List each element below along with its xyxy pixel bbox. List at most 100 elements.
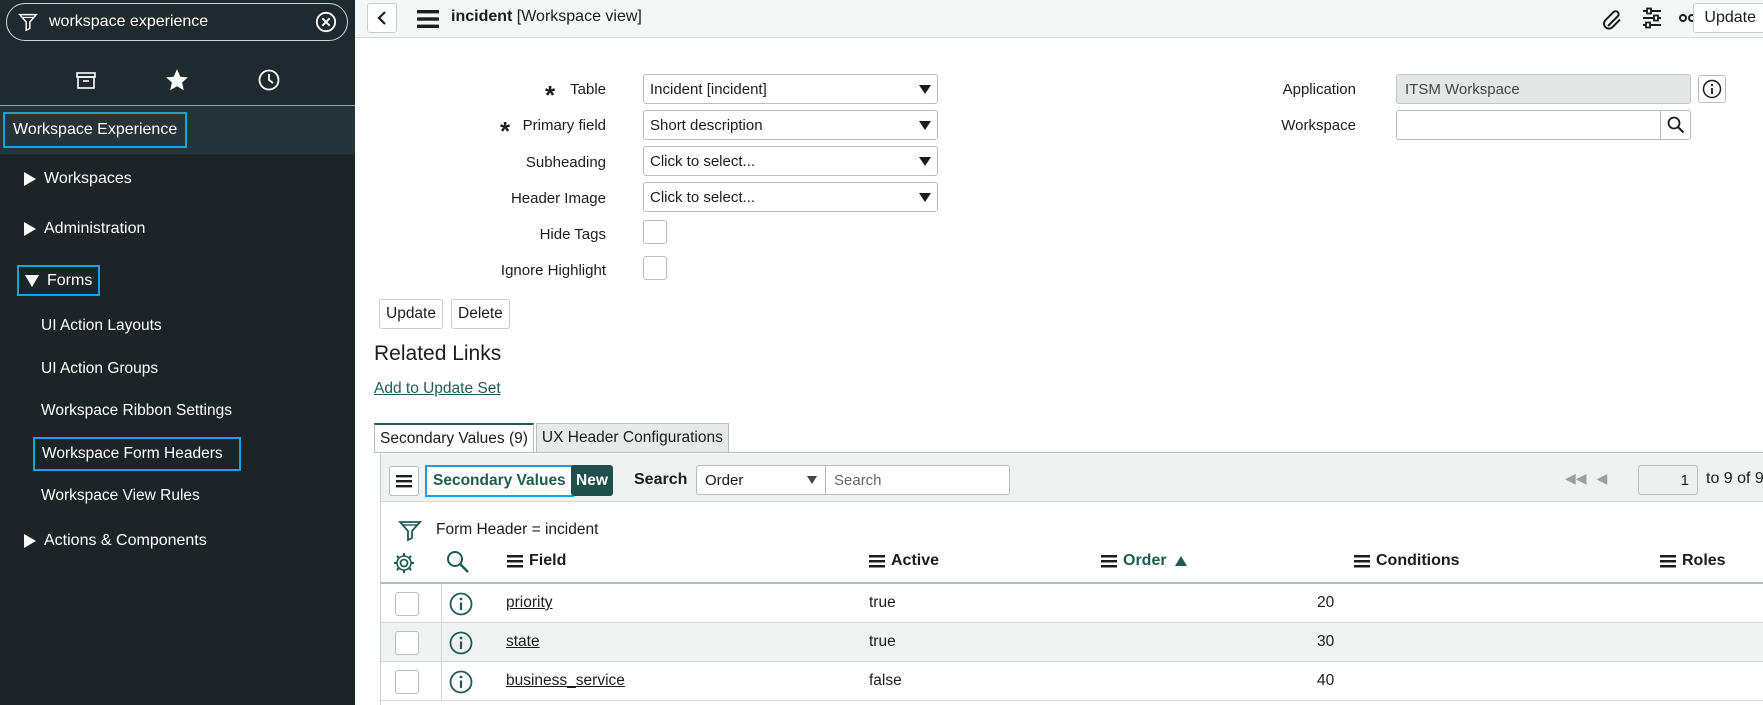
- tab-secondary-values[interactable]: Secondary Values (9): [374, 423, 534, 452]
- navigator-filter[interactable]: workspace experience: [6, 3, 348, 41]
- column-menu-icon: [1101, 554, 1117, 567]
- list-menu-button[interactable]: [389, 466, 419, 496]
- row-separator: [441, 623, 442, 662]
- active-value: true: [869, 633, 896, 650]
- workspace-lookup-button[interactable]: [1661, 110, 1691, 140]
- search-input[interactable]: Search: [825, 465, 1010, 495]
- order-value: 20: [1317, 594, 1335, 611]
- module-label: Workspaces: [44, 170, 132, 187]
- search-icon[interactable]: [446, 550, 470, 574]
- workspace-field[interactable]: [1396, 110, 1661, 140]
- info-icon[interactable]: [449, 670, 473, 694]
- module-label: Actions & Components: [44, 532, 207, 549]
- clear-filter-icon[interactable]: [315, 11, 337, 33]
- sort-ascending-icon: [1174, 556, 1187, 566]
- info-icon[interactable]: [449, 592, 473, 616]
- filter-icon[interactable]: [398, 518, 422, 542]
- column-header-conditions[interactable]: Conditions: [1354, 552, 1460, 570]
- application-info-button[interactable]: [1698, 75, 1726, 103]
- search-field-value: Order: [705, 471, 744, 489]
- field-link[interactable]: business_service: [506, 672, 625, 690]
- hide-tags-checkbox[interactable]: [643, 220, 667, 244]
- navigator-filter-text[interactable]: workspace experience: [49, 13, 315, 31]
- settings-sliders-icon[interactable]: [1639, 5, 1665, 31]
- header-image-value: Click to select...: [650, 188, 756, 206]
- subheading-label: Subheading: [525, 154, 606, 171]
- search-icon: [1667, 116, 1684, 134]
- form-header-bar: incident [Workspace view] Update: [355, 0, 1763, 38]
- chevron-down-icon: [919, 84, 931, 94]
- chevron-down-icon: [919, 156, 931, 166]
- module-item-ui-action-layouts[interactable]: UI Action Layouts: [41, 317, 162, 335]
- module-item-ui-action-groups[interactable]: UI Action Groups: [41, 360, 158, 378]
- hide-tags-label: Hide Tags: [539, 226, 606, 243]
- module-administration[interactable]: Administration: [24, 220, 145, 238]
- list-title[interactable]: Secondary Values: [425, 465, 574, 497]
- filter-icon: [18, 13, 38, 32]
- column-header-order[interactable]: Order: [1101, 552, 1187, 570]
- required-asterisk: *: [545, 80, 556, 110]
- order-value: 30: [1317, 633, 1335, 650]
- paperclip-icon[interactable]: [1599, 5, 1625, 31]
- field-link[interactable]: priority: [506, 594, 553, 612]
- column-header-field[interactable]: Field: [507, 552, 566, 570]
- update-button[interactable]: Update: [379, 299, 443, 329]
- delete-button[interactable]: Delete: [451, 299, 510, 329]
- row-checkbox[interactable]: [395, 592, 419, 616]
- row-checkbox[interactable]: [395, 670, 419, 694]
- module-workspaces[interactable]: Workspaces: [24, 170, 132, 188]
- navigator-tabs: [0, 55, 355, 105]
- new-button[interactable]: New: [571, 465, 613, 496]
- add-to-update-set-link[interactable]: Add to Update Set: [374, 380, 501, 398]
- ignore-highlight-checkbox[interactable]: [643, 256, 667, 280]
- application-title[interactable]: Workspace Experience: [3, 112, 188, 148]
- header-icons: [1599, 5, 1705, 31]
- subheading-value: Click to select...: [650, 152, 756, 170]
- gear-icon[interactable]: [392, 551, 416, 575]
- column-header-active[interactable]: Active: [869, 552, 939, 570]
- context-menu-icon[interactable]: [415, 8, 441, 30]
- table-select-value: Incident [incident]: [650, 80, 767, 98]
- row-separator: [441, 584, 442, 623]
- previous-page-icon[interactable]: ◀: [1597, 470, 1608, 487]
- page-input[interactable]: 1: [1638, 465, 1698, 495]
- chevron-left-icon: [377, 11, 386, 25]
- column-header-label: Active: [891, 552, 940, 569]
- tab-ux-header-configurations[interactable]: UX Header Configurations: [535, 423, 729, 452]
- application-field: ITSM Workspace: [1396, 74, 1691, 104]
- search-label: Search: [634, 471, 688, 488]
- column-header-roles[interactable]: Roles: [1660, 552, 1726, 570]
- favorites-star-icon[interactable]: [164, 67, 190, 93]
- history-clock-icon[interactable]: [256, 67, 282, 93]
- table-row: priority true 20: [381, 584, 1763, 623]
- first-page-icon[interactable]: ◀◀: [1565, 470, 1587, 487]
- back-button[interactable]: [367, 3, 397, 33]
- page-range: to 9 of 9: [1706, 470, 1763, 487]
- header-image-select[interactable]: Click to select...: [643, 182, 938, 212]
- field-link[interactable]: state: [506, 633, 540, 651]
- table-row: business_service false 40: [381, 662, 1763, 701]
- update-button-header[interactable]: Update: [1693, 3, 1763, 33]
- table-select[interactable]: Incident [incident]: [643, 74, 938, 104]
- primary-field-value: Short description: [650, 116, 763, 134]
- search-field-select[interactable]: Order: [696, 465, 826, 495]
- module-forms[interactable]: Forms: [17, 265, 101, 296]
- primary-field-select[interactable]: Short description: [643, 110, 938, 140]
- module-item-workspace-form-headers[interactable]: Workspace Form Headers: [33, 437, 241, 471]
- expand-triangle-icon: [24, 222, 36, 236]
- all-apps-icon[interactable]: [73, 67, 99, 93]
- related-links-heading: Related Links: [374, 342, 502, 365]
- subheading-select[interactable]: Click to select...: [643, 146, 938, 176]
- column-header-label: Field: [529, 552, 567, 569]
- form-title: incident [Workspace view]: [451, 8, 642, 26]
- breadcrumb-condition[interactable]: Form Header = incident: [436, 521, 598, 539]
- column-menu-icon: [1354, 554, 1370, 567]
- column-header-label: Conditions: [1376, 552, 1460, 569]
- column-header-label: Roles: [1682, 552, 1726, 569]
- module-actions-components[interactable]: Actions & Components: [24, 532, 207, 550]
- module-item-workspace-view-rules[interactable]: Workspace View Rules: [41, 487, 200, 505]
- row-checkbox[interactable]: [395, 631, 419, 655]
- active-value: false: [869, 672, 902, 689]
- module-item-workspace-ribbon-settings[interactable]: Workspace Ribbon Settings: [41, 402, 232, 420]
- info-icon[interactable]: [449, 631, 473, 655]
